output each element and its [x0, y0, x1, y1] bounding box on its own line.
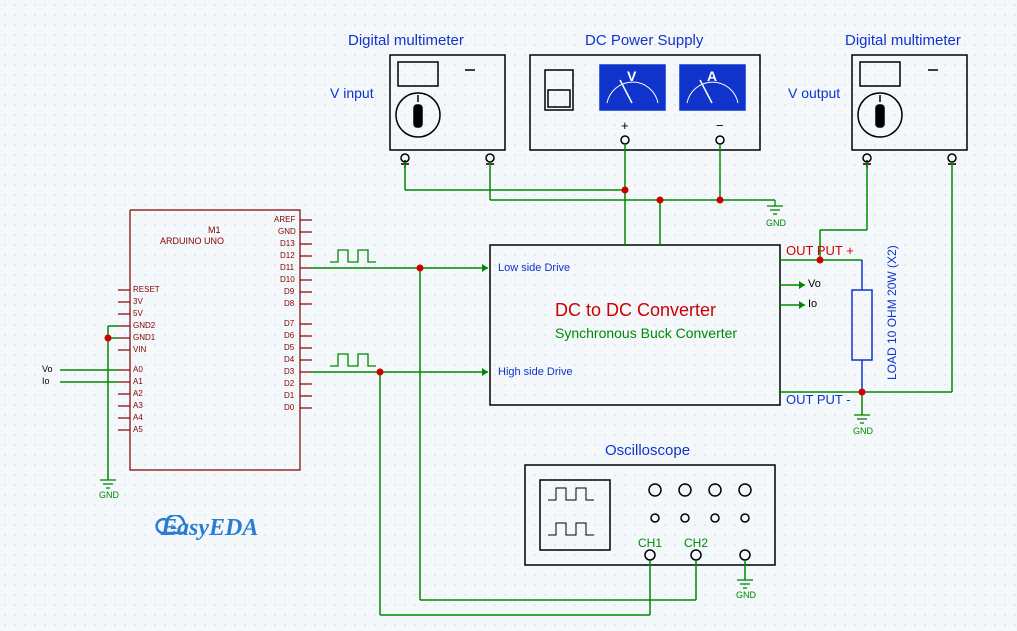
- dc-power-supply: [530, 55, 760, 150]
- pin-d4: D4: [284, 355, 294, 364]
- pin-gnd1: GND1: [133, 333, 155, 342]
- label-v-input: V input: [330, 85, 374, 101]
- pin-d6: D6: [284, 331, 294, 340]
- pin-a2: A2: [133, 389, 143, 398]
- pin-a0: A0: [133, 365, 143, 374]
- label-ch2: CH2: [684, 536, 708, 550]
- label-io-out: Io: [808, 298, 817, 310]
- pin-aref: AREF: [274, 215, 295, 224]
- label-arduino: ARDUINO UNO: [160, 236, 224, 246]
- load-resistor: [852, 260, 872, 392]
- label-low-side: Low side Drive: [498, 262, 570, 274]
- label-m1: M1: [208, 225, 221, 235]
- label-out-minus: OUT PUT -: [786, 392, 851, 407]
- label-psu-v: V: [627, 68, 636, 84]
- label-dm-left: Digital multimeter: [348, 32, 464, 49]
- gnd-label-4: GND: [99, 490, 119, 500]
- pin-d0: D0: [284, 403, 294, 412]
- gnd-label-3: GND: [736, 590, 756, 600]
- label-io-in: Io: [42, 376, 50, 386]
- pin-5v: 5V: [133, 309, 143, 318]
- wires: [60, 144, 952, 615]
- oscilloscope: [525, 465, 775, 565]
- pin-d8: D8: [284, 299, 294, 308]
- pin-gnd2: GND2: [133, 321, 155, 330]
- multimeter-left: [390, 55, 505, 168]
- pin-d12: D12: [280, 251, 295, 260]
- label-dm-right: Digital multimeter: [845, 32, 961, 49]
- pin-a4: A4: [133, 413, 143, 422]
- label-psu-plus: +: [621, 118, 629, 133]
- pin-d13: D13: [280, 239, 295, 248]
- pin-d11: D11: [280, 263, 294, 272]
- pin-d2: D2: [284, 379, 294, 388]
- label-psu: DC Power Supply: [585, 32, 703, 49]
- label-ch1: CH1: [638, 536, 662, 550]
- label-psu-minus: −: [716, 118, 724, 133]
- pin-d3: D3: [284, 367, 294, 376]
- pin-a1: A1: [133, 377, 143, 386]
- label-load: LOAD 10 OHM 20W (X2): [885, 245, 899, 380]
- label-v-output: V output: [788, 85, 840, 101]
- label-osc: Oscilloscope: [605, 442, 690, 459]
- gnd-label-2: GND: [853, 426, 873, 436]
- gnd-label-1: GND: [766, 218, 786, 228]
- pin-d7: D7: [284, 319, 294, 328]
- pin-d10: D10: [280, 275, 295, 284]
- pin-3v: 3V: [133, 297, 143, 306]
- label-high-side: High side Drive: [498, 366, 573, 378]
- label-out-plus: OUT PUT +: [786, 243, 854, 258]
- multimeter-right: [852, 55, 967, 168]
- pin-reset: RESET: [133, 285, 160, 294]
- label-converter-title: DC to DC Converter: [555, 300, 716, 321]
- pin-d1: D1: [284, 391, 294, 400]
- pin-d9: D9: [284, 287, 294, 296]
- pin-a3: A3: [133, 401, 143, 410]
- label-vo-out: Vo: [808, 278, 821, 290]
- pin-a5: A5: [133, 425, 143, 434]
- label-vo-in: Vo: [42, 364, 53, 374]
- easyeda-logo: EasyEDA: [155, 515, 258, 542]
- pin-vin: VIN: [133, 345, 146, 354]
- junction-dots: [105, 187, 866, 396]
- schematic-canvas: [0, 0, 1017, 631]
- label-converter-sub: Synchronous Buck Converter: [555, 325, 737, 341]
- label-psu-a: A: [707, 68, 717, 84]
- pin-gnd-r: GND: [278, 227, 296, 236]
- pin-d5: D5: [284, 343, 294, 352]
